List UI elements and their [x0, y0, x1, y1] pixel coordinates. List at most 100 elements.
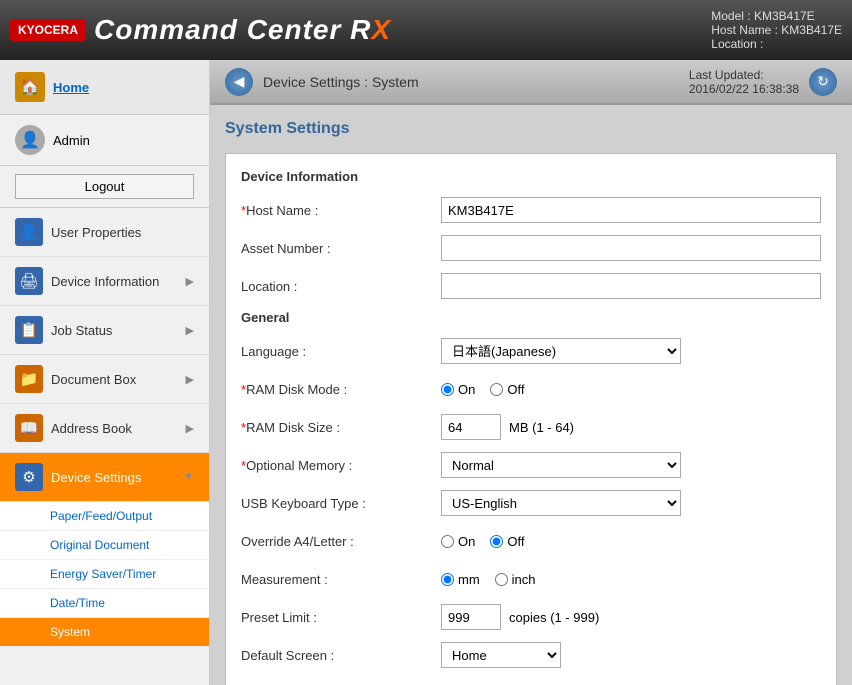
- home-link[interactable]: Home: [53, 80, 89, 95]
- last-updated-value: 2016/02/22 16:38:38: [689, 82, 799, 96]
- app-title-accent: X: [371, 14, 391, 45]
- location-input[interactable]: [441, 273, 821, 299]
- asset-number-input[interactable]: [441, 235, 821, 261]
- optional-memory-select[interactable]: Normal Priority to Copy Priority to Prin…: [441, 452, 681, 478]
- sidebar-item-device-information[interactable]: 🖨 Device Information ▶: [0, 257, 209, 306]
- override-a4-on-text: On: [458, 534, 475, 549]
- submenu-paper-feed-output[interactable]: Paper/Feed/Output: [0, 502, 209, 531]
- optional-memory-label: *Optional Memory :: [241, 458, 441, 473]
- default-screen-select[interactable]: Home Copy Fax Send: [441, 642, 561, 668]
- logout-button[interactable]: Logout: [15, 174, 194, 199]
- location-info: Location :: [711, 37, 842, 51]
- sidebar-item-device-settings-label: Device Settings: [51, 470, 175, 485]
- measurement-mm-radio[interactable]: [441, 573, 454, 586]
- override-a4-off-label[interactable]: Off: [490, 534, 524, 549]
- topbar: ◀ Device Settings : System Last Updated:…: [210, 60, 852, 105]
- preset-limit-row: Preset Limit : copies (1 - 999): [241, 603, 821, 631]
- chevron-right-icon: ▶: [186, 275, 194, 288]
- hostname-info: Host Name : KM3B417E: [711, 23, 842, 37]
- default-screen-row: Default Screen : Home Copy Fax Send: [241, 641, 821, 669]
- last-updated: Last Updated: 2016/02/22 16:38:38: [689, 68, 799, 96]
- model-label: Model :: [711, 9, 750, 23]
- sidebar-item-device-information-label: Device Information: [51, 274, 178, 289]
- host-name-row: *Host Name :: [241, 196, 821, 224]
- topbar-left: ◀ Device Settings : System: [225, 68, 419, 96]
- preset-limit-label: Preset Limit :: [241, 610, 441, 625]
- device-information-icon: 🖨: [15, 267, 43, 295]
- sidebar-item-home[interactable]: 🏠 Home: [0, 60, 209, 115]
- address-book-icon: 📖: [15, 414, 43, 442]
- chevron-down-icon: ▼: [183, 471, 194, 483]
- usb-keyboard-label: USB Keyboard Type :: [241, 496, 441, 511]
- document-box-icon: 📁: [15, 365, 43, 393]
- override-a4-off-radio[interactable]: [490, 535, 503, 548]
- asset-number-control: [441, 235, 821, 261]
- settings-panel: Device Information *Host Name : Asset Nu…: [225, 153, 837, 685]
- measurement-inch-radio[interactable]: [495, 573, 508, 586]
- submenu-date-time[interactable]: Date/Time: [0, 589, 209, 618]
- submenu-original-document[interactable]: Original Document: [0, 531, 209, 560]
- sidebar-user: 👤 Admin: [0, 115, 209, 166]
- host-name-control: [441, 197, 821, 223]
- sidebar-item-user-properties[interactable]: 👤 User Properties: [0, 208, 209, 257]
- override-a4-off-text: Off: [507, 534, 524, 549]
- ram-disk-required-marker: *: [241, 382, 246, 397]
- ram-disk-size-range-text: MB (1 - 64): [509, 420, 574, 435]
- chevron-right-icon-2: ▶: [186, 324, 194, 337]
- sidebar-item-device-settings[interactable]: ⚙ Device Settings ▼: [0, 453, 209, 502]
- ram-disk-size-required-marker: *: [241, 420, 246, 435]
- ram-disk-on-radio[interactable]: [441, 383, 454, 396]
- measurement-inch-text: inch: [512, 572, 536, 587]
- ram-disk-size-control: MB (1 - 64): [441, 414, 821, 440]
- location-control: [441, 273, 821, 299]
- preset-limit-control: copies (1 - 999): [441, 604, 821, 630]
- preset-limit-input[interactable]: [441, 604, 501, 630]
- device-settings-submenu: Paper/Feed/Output Original Document Ener…: [0, 502, 209, 647]
- host-name-input[interactable]: [441, 197, 821, 223]
- content: System Settings Device Information *Host…: [210, 105, 852, 685]
- model-value: KM3B417E: [754, 9, 815, 23]
- system-settings-title: System Settings: [225, 120, 837, 143]
- ram-disk-on-text: On: [458, 382, 475, 397]
- language-select[interactable]: 日本語(Japanese) English: [441, 338, 681, 364]
- hostname-label: Host Name :: [711, 23, 778, 37]
- override-a4-row: Override A4/Letter : On Off: [241, 527, 821, 555]
- ram-disk-off-label[interactable]: Off: [490, 382, 524, 397]
- app-title: Command Center RX: [94, 14, 391, 46]
- refresh-button[interactable]: ↻: [809, 68, 837, 96]
- override-a4-on-radio[interactable]: [441, 535, 454, 548]
- sidebar-item-user-properties-label: User Properties: [51, 225, 194, 240]
- device-settings-icon: ⚙: [15, 463, 43, 491]
- general-section-title: General: [241, 310, 821, 325]
- ram-disk-size-input[interactable]: [441, 414, 501, 440]
- preset-limit-range-text: copies (1 - 999): [509, 610, 599, 625]
- location-label: Location :: [241, 279, 441, 294]
- override-a4-on-label[interactable]: On: [441, 534, 475, 549]
- usb-keyboard-control: US-English UK-English Japanese: [441, 490, 821, 516]
- sidebar-item-job-status[interactable]: 📋 Job Status ▶: [0, 306, 209, 355]
- ram-disk-off-radio[interactable]: [490, 383, 503, 396]
- submenu-energy-saver-timer[interactable]: Energy Saver/Timer: [0, 560, 209, 589]
- location-label: Location :: [711, 37, 763, 51]
- measurement-mm-label[interactable]: mm: [441, 572, 480, 587]
- host-name-label: *Host Name :: [241, 203, 441, 218]
- host-name-required-marker: *: [241, 203, 246, 218]
- job-status-icon: 📋: [15, 316, 43, 344]
- ram-disk-mode-control: On Off: [441, 382, 821, 397]
- measurement-inch-label[interactable]: inch: [495, 572, 536, 587]
- optional-memory-row: *Optional Memory : Normal Priority to Co…: [241, 451, 821, 479]
- usb-keyboard-select[interactable]: US-English UK-English Japanese: [441, 490, 681, 516]
- override-a4-label: Override A4/Letter :: [241, 534, 441, 549]
- logout-button-wrap: Logout: [0, 166, 209, 208]
- header: KYOCERA Command Center RX Model : KM3B41…: [0, 0, 852, 60]
- submenu-system[interactable]: System: [0, 618, 209, 647]
- home-icon: 🏠: [15, 72, 45, 102]
- sidebar-item-job-status-label: Job Status: [51, 323, 178, 338]
- chevron-right-icon-4: ▶: [186, 422, 194, 435]
- sidebar-item-address-book[interactable]: 📖 Address Book ▶: [0, 404, 209, 453]
- sidebar-item-document-box[interactable]: 📁 Document Box ▶: [0, 355, 209, 404]
- ram-disk-on-label[interactable]: On: [441, 382, 475, 397]
- admin-label: Admin: [53, 133, 90, 148]
- back-button[interactable]: ◀: [225, 68, 253, 96]
- language-row: Language : 日本語(Japanese) English: [241, 337, 821, 365]
